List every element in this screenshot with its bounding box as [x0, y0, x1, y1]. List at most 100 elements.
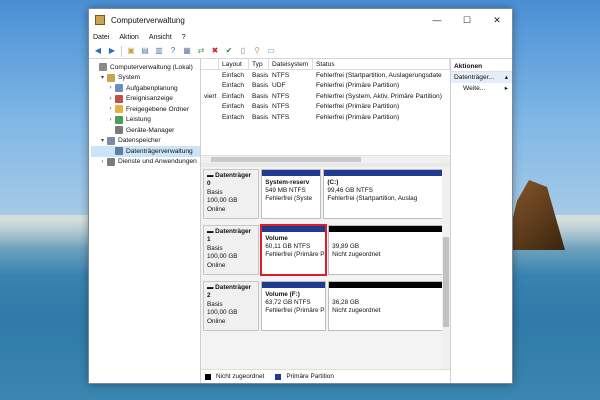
tree-node-label: Computerverwaltung (Lokal): [110, 63, 193, 71]
toolbar: ◀ ▶ ▣ ▤ ▥ ? ▦ ⇄ ✖ ✔ ▯ ⚲ ▭: [89, 44, 512, 59]
tree-node-icon: [107, 136, 115, 145]
disk-icon: ▬: [207, 284, 216, 291]
disk-state: Online: [207, 261, 226, 269]
toolbar-separator: [121, 45, 122, 57]
table-row[interactable]: Einfach Basis NTFS Fehlerfrei (Primäre Part…: [201, 102, 450, 113]
close-button[interactable]: ✕: [482, 9, 512, 31]
vertical-scrollbar[interactable]: [442, 167, 450, 369]
table-cell: Einfach: [222, 92, 244, 100]
menu-help[interactable]: ?: [182, 34, 186, 41]
actions-section-datentraeger[interactable]: Datenträger... ▴: [451, 72, 512, 83]
partition[interactable]: System-reserv 549 MB NTFS Fehlerfrei (Syst…: [261, 169, 322, 219]
partition-line2: 63,72 GB NTFS: [265, 299, 311, 307]
legend-swatch: [205, 373, 211, 380]
menu-ansicht[interactable]: Ansicht: [149, 34, 172, 41]
list-view-icon[interactable]: ▦: [182, 46, 192, 56]
tree-node[interactable]: Geräte-Manager: [91, 125, 200, 136]
col-layout[interactable]: Layout: [219, 58, 249, 70]
disk-size: 100,00 GB: [207, 309, 238, 317]
disk-icon: ▬: [207, 172, 216, 179]
partition-line2: 99,46 GB NTFS: [327, 187, 373, 195]
table-cell: NTFS: [272, 71, 290, 79]
tree-node[interactable]: Datenträgerverwaltung: [91, 146, 200, 157]
search-icon[interactable]: ⚲: [252, 46, 262, 56]
horizontal-scrollbar[interactable]: [201, 155, 450, 163]
unallocated-partition[interactable]: 39,89 GB Nicht zugeordnet: [328, 225, 450, 275]
tree-node-icon: [115, 126, 123, 135]
check-icon[interactable]: ✔: [224, 46, 234, 56]
expand-arrow-icon[interactable]: ›: [107, 96, 114, 102]
collapse-arrow-icon[interactable]: ▴: [505, 72, 508, 83]
disk-title: ▬ Datenträger 0: [207, 172, 255, 189]
menu-aktion[interactable]: Aktion: [119, 34, 138, 41]
expand-arrow-icon[interactable]: ▾: [99, 74, 106, 81]
partition-color-bar: [262, 170, 321, 176]
disk-type: Basis: [207, 244, 223, 252]
disk-info[interactable]: ▬ Datenträger 2 Basis 100,00 GB Online: [203, 281, 260, 331]
console-tree-icon[interactable]: ▤: [140, 46, 150, 56]
tree-node[interactable]: › Ereignisanzeige: [91, 94, 200, 105]
disk-icon: ▬: [207, 228, 216, 235]
properties-icon[interactable]: ▥: [154, 46, 164, 56]
col-volume[interactable]: [201, 58, 219, 70]
tree-node-label: Datenträgerverwaltung: [126, 147, 193, 155]
view-icon[interactable]: ▭: [266, 46, 276, 56]
col-type[interactable]: Typ: [249, 58, 269, 70]
disk-map: ▬ Datenträger 0 Basis 100,00 GB Online Syste…: [201, 167, 450, 369]
partition-color-bar: [324, 170, 450, 176]
maximize-button[interactable]: ☐: [452, 9, 482, 31]
table-cell: NTFS: [272, 92, 290, 100]
table-cell: NTFS: [272, 103, 290, 111]
tree-node[interactable]: › Leistung: [91, 115, 200, 126]
disk-type: Basis: [207, 300, 223, 308]
disk-info[interactable]: ▬ Datenträger 0 Basis 100,00 GB Online: [203, 169, 260, 219]
partition[interactable]: Volume (F:) 63,72 GB NTFS Fehlerfrei (Prim…: [261, 281, 327, 331]
table-row[interactable]: Einfach Basis NTFS Fehlerfrei (Startpartiti…: [201, 70, 450, 81]
partition[interactable]: Volume 60,11 GB NTFS Fehlerfrei (Primäre P…: [260, 224, 328, 276]
tree-node[interactable]: › Aufgabenplanung: [91, 83, 200, 94]
connect-icon[interactable]: ⇄: [196, 46, 206, 56]
help-icon[interactable]: ?: [168, 46, 178, 56]
minimize-button[interactable]: —: [422, 9, 452, 31]
forward-arrow-icon[interactable]: ▶: [107, 46, 117, 56]
expand-arrow-icon[interactable]: ▾: [99, 137, 106, 144]
expand-arrow-icon[interactable]: ›: [107, 85, 114, 91]
computer-management-icon: [95, 15, 105, 25]
col-filesystem[interactable]: Dateisystem: [269, 58, 313, 70]
disk-state: Online: [207, 205, 226, 213]
table-row[interactable]: viert Einfach Basis NTFS Fehlerfrei (System,…: [201, 91, 450, 102]
partition-line2: 36,28 GB: [332, 299, 360, 307]
table-row[interactable]: Einfach Basis UDF Fehlerfrei (Primäre Parti…: [201, 81, 450, 92]
expand-arrow-icon[interactable]: ›: [107, 117, 114, 123]
menu-datei[interactable]: Datei: [93, 34, 109, 41]
delete-icon[interactable]: ✖: [210, 46, 220, 56]
center-pane: Layout Typ Dateisystem Status Einfach Bas…: [201, 58, 451, 383]
col-status[interactable]: Status: [313, 58, 450, 70]
document-icon[interactable]: ▯: [238, 46, 248, 56]
partition[interactable]: (C:) 99,46 GB NTFS Fehlerfrei (Startpartit…: [323, 169, 450, 219]
tree-node[interactable]: › Freigegebene Ordner: [91, 104, 200, 115]
tree-node[interactable]: ▾ Datenspeicher: [91, 136, 200, 147]
disk-info[interactable]: ▬ Datenträger 1 Basis 100,00 GB Online: [203, 225, 260, 275]
unallocated-partition[interactable]: 36,28 GB Nicht zugeordnet: [328, 281, 450, 331]
table-cell: Fehlerfrei (Primäre Partition): [316, 113, 400, 121]
actions-section-label: Datenträger...: [454, 74, 494, 81]
partition-line3: Fehlerfrei (Syste: [265, 195, 313, 203]
table-row[interactable]: Einfach Basis NTFS Fehlerfrei (Primäre Part…: [201, 112, 450, 123]
tree-node[interactable]: ▾ System: [91, 73, 200, 84]
partition-line1: [332, 235, 446, 243]
table-cell: Fehlerfrei (Primäre Partition): [316, 82, 400, 90]
tree-node[interactable]: › Dienste und Anwendungen: [91, 157, 200, 168]
tree-node[interactable]: Computerverwaltung (Lokal): [91, 62, 200, 73]
table-cell: Basis: [252, 92, 269, 100]
scrollbar-thumb[interactable]: [443, 237, 449, 327]
expand-arrow-icon[interactable]: ›: [107, 106, 114, 112]
up-folder-icon[interactable]: ▣: [126, 46, 136, 56]
legend-label: Nicht zugeordnet: [216, 373, 265, 380]
scrollbar-thumb[interactable]: [211, 157, 361, 162]
back-arrow-icon[interactable]: ◀: [93, 46, 103, 56]
expand-arrow-icon[interactable]: ›: [99, 159, 106, 165]
partition-line2: 60,11 GB NTFS: [265, 243, 311, 251]
actions-item-weitere[interactable]: Weite... ▸: [451, 83, 512, 95]
partition-line2: 549 MB NTFS: [265, 187, 306, 195]
